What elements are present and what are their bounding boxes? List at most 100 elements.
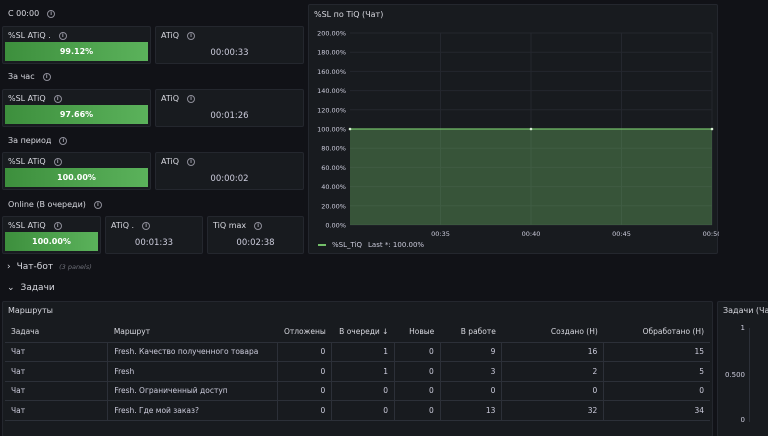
section-per-period: За период i bbox=[8, 136, 68, 145]
panel-title: %SL ATiQ bbox=[8, 221, 46, 230]
chart-panel: %SL по TiQ (Чат) 200.00% 180.00% 160.00% 14… bbox=[308, 4, 719, 255]
info-icon[interactable]: i bbox=[53, 94, 62, 103]
xtick-label: 00:50 bbox=[703, 230, 719, 238]
info-icon[interactable]: i bbox=[187, 31, 196, 40]
info-icon[interactable]: i bbox=[187, 157, 196, 166]
stat-value: 00:00:33 bbox=[210, 48, 249, 58]
stat-panel-tiq-max-online: TiQ max i 00:02:38 bbox=[207, 216, 304, 254]
panel-title: %SL ATiQ bbox=[8, 157, 46, 166]
ytick-label: 0 bbox=[740, 416, 745, 424]
col-header-postponed[interactable]: Отложены bbox=[277, 322, 332, 343]
chevron-right-icon: › bbox=[7, 262, 11, 272]
sl-chart[interactable]: 200.00% 180.00% 160.00% 140.00% 120.00% 100.0… bbox=[309, 5, 719, 255]
col-header-processed[interactable]: Обработано (Н) bbox=[603, 322, 710, 343]
section-per-hour-label: За час bbox=[8, 72, 35, 81]
info-icon[interactable]: i bbox=[142, 221, 151, 230]
ytick-label: 0.500 bbox=[724, 371, 745, 379]
info-icon[interactable]: i bbox=[53, 157, 62, 166]
stat-value: 99.12% bbox=[5, 42, 148, 61]
routes-panel: Маршруты Задача Маршрут Отложены В очере… bbox=[2, 301, 713, 436]
table-cell: 34 bbox=[603, 400, 710, 421]
table-row[interactable]: Чат Fresh. Где мой заказ? 0 0 0 13 32 34 bbox=[5, 400, 710, 421]
col-header-new[interactable]: Новые bbox=[394, 322, 441, 343]
section-per-period-label: За период bbox=[8, 136, 52, 145]
ytick-label: 120.00% bbox=[317, 106, 346, 114]
info-icon[interactable]: i bbox=[53, 221, 62, 230]
table-cell: 9 bbox=[439, 342, 502, 362]
ytick-label: 40.00% bbox=[321, 183, 346, 191]
info-icon[interactable]: i bbox=[254, 221, 263, 230]
section-since-midnight: С 00:00 i bbox=[8, 9, 56, 18]
legend-last-value: Last *: 100.00% bbox=[368, 241, 425, 249]
panel-title: %SL ATiQ bbox=[8, 94, 46, 103]
stat-value: 00:00:02 bbox=[210, 174, 249, 184]
table-cell: 0 bbox=[277, 361, 332, 382]
table-header-row: Задача Маршрут Отложены В очереди ↓ Новы… bbox=[5, 322, 710, 343]
section-online: Online (В очереди) i bbox=[8, 200, 102, 209]
data-point bbox=[529, 127, 533, 131]
table-cell: 3 bbox=[439, 361, 502, 382]
info-icon[interactable]: i bbox=[59, 136, 68, 145]
col-header-in-queue[interactable]: В очереди ↓ bbox=[331, 322, 395, 343]
table-cell: 2 bbox=[501, 361, 604, 382]
info-icon[interactable]: i bbox=[93, 200, 102, 209]
axis-line bbox=[749, 328, 750, 422]
routes-panel-title: Маршруты bbox=[8, 306, 53, 315]
data-point bbox=[348, 127, 352, 131]
chart-legend[interactable]: %SL_TiQ Last *: 100.00% bbox=[318, 241, 424, 249]
table-cell: 0 bbox=[277, 381, 332, 401]
ytick-label: 180.00% bbox=[317, 49, 346, 57]
tasks-chart-title: Задачи (Чат bbox=[723, 306, 768, 315]
table-cell: Чат bbox=[5, 381, 108, 401]
table-cell: Чат bbox=[5, 342, 108, 362]
stat-value: 00:02:38 bbox=[236, 238, 275, 248]
panel-title: ATiQ bbox=[161, 31, 180, 40]
table-cell: 0 bbox=[501, 381, 604, 401]
table-cell: Чат bbox=[5, 400, 108, 421]
panel-title: ATiQ bbox=[161, 94, 180, 103]
stat-panel-sl-per-hour: %SL ATiQ i 97.66% bbox=[2, 89, 151, 127]
xtick-label: 00:40 bbox=[522, 230, 541, 238]
table-cell: 0 bbox=[393, 381, 441, 401]
col-header-created[interactable]: Создано (Н) bbox=[501, 322, 604, 343]
info-icon[interactable]: i bbox=[47, 9, 56, 18]
table-row[interactable]: Чат Fresh. Качество полученного товара 0… bbox=[5, 342, 710, 362]
section-online-label: Online (В очереди) bbox=[8, 200, 86, 209]
xtick-label: 00:45 bbox=[612, 230, 631, 238]
stat-panel-sl-online: %SL ATiQ i 100.00% bbox=[2, 216, 101, 254]
ytick-label: 200.00% bbox=[317, 30, 346, 38]
row-tasks[interactable]: ⌄ Задачи bbox=[7, 283, 55, 293]
row-chatbot-title: Чат-бот bbox=[16, 262, 54, 272]
section-since-midnight-label: С 00:00 bbox=[8, 9, 40, 18]
stat-value: 00:01:26 bbox=[210, 111, 249, 121]
table-cell: Fresh bbox=[107, 361, 278, 382]
table-cell: 0 bbox=[393, 400, 441, 421]
table-row[interactable]: Чат Fresh 0 1 0 3 2 5 bbox=[5, 361, 710, 382]
table-cell: 32 bbox=[501, 400, 604, 421]
info-icon[interactable]: i bbox=[42, 72, 51, 81]
info-icon[interactable]: i bbox=[58, 31, 67, 40]
row-chatbot[interactable]: › Чат-бот (3 panels) bbox=[7, 262, 92, 272]
table-cell: 0 bbox=[603, 381, 710, 401]
stat-panel-sl-since-midnight: %SL ATiQ . i 99.12% bbox=[2, 26, 151, 64]
table-cell: Fresh. Качество полученного товара bbox=[107, 342, 278, 362]
chevron-down-icon: ⌄ bbox=[7, 283, 15, 293]
panel-title: ATiQ . bbox=[111, 221, 135, 230]
panel-title: TiQ max bbox=[213, 221, 247, 230]
col-header-in-progress[interactable]: В работе bbox=[440, 322, 502, 343]
table-cell: 0 bbox=[277, 342, 332, 362]
section-per-hour: За час i bbox=[8, 72, 51, 81]
col-header-task[interactable]: Задача bbox=[5, 322, 108, 343]
stat-panel-atiq-online: ATiQ . i 00:01:33 bbox=[105, 216, 203, 254]
table-cell: Fresh. Ограниченный доступ bbox=[107, 381, 278, 401]
ytick-label: 1 bbox=[740, 324, 745, 332]
table-cell: Чат bbox=[5, 361, 108, 382]
stat-panel-atiq-since-midnight: ATiQ i 00:00:33 bbox=[155, 26, 304, 64]
stat-value: 100.00% bbox=[5, 168, 148, 187]
info-icon[interactable]: i bbox=[187, 94, 196, 103]
stat-value: 00:01:33 bbox=[134, 238, 174, 248]
table-row[interactable]: Чат Fresh. Ограниченный доступ 0 0 0 0 0… bbox=[5, 381, 710, 401]
data-point bbox=[710, 127, 714, 131]
ytick-label: 20.00% bbox=[321, 202, 346, 210]
col-header-route[interactable]: Маршрут bbox=[107, 322, 278, 343]
